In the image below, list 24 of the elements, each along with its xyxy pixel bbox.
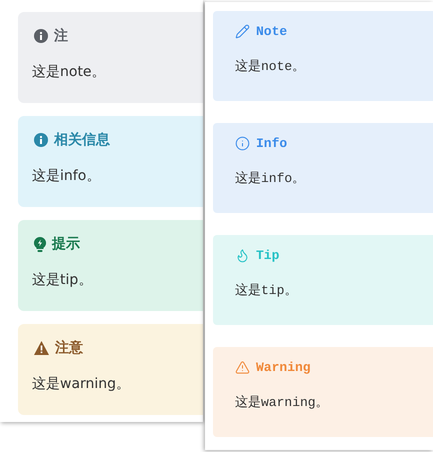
info-icon — [34, 29, 48, 43]
callout-text: 这是info。 — [32, 167, 100, 185]
callout-text: 这是tip。 — [235, 282, 298, 299]
lightbulb-icon — [34, 236, 46, 252]
info-icon — [235, 136, 250, 151]
callout-text: 这是warning。 — [32, 375, 130, 393]
callout-title: Warning — [256, 360, 311, 375]
flame-icon — [235, 248, 250, 263]
info-icon — [34, 133, 48, 147]
warning-icon — [235, 360, 250, 375]
warning-icon — [34, 341, 49, 355]
callout-title: 提示 — [52, 235, 80, 253]
callout-text: 这是warning。 — [235, 394, 329, 411]
callout-text: 这是note。 — [32, 63, 106, 81]
callout-text: 这是info。 — [235, 170, 306, 187]
callout-text: 这是note。 — [235, 58, 306, 75]
pencil-icon — [235, 24, 250, 39]
callout-title: Info — [256, 136, 288, 151]
callout-title: 相关信息 — [54, 131, 110, 149]
callout-title: 注 — [54, 27, 68, 45]
callout-title: 注意 — [55, 339, 83, 357]
callout-text: 这是tip。 — [32, 271, 92, 289]
callout-title: Note — [256, 24, 288, 39]
callout-title: Tip — [256, 248, 280, 263]
